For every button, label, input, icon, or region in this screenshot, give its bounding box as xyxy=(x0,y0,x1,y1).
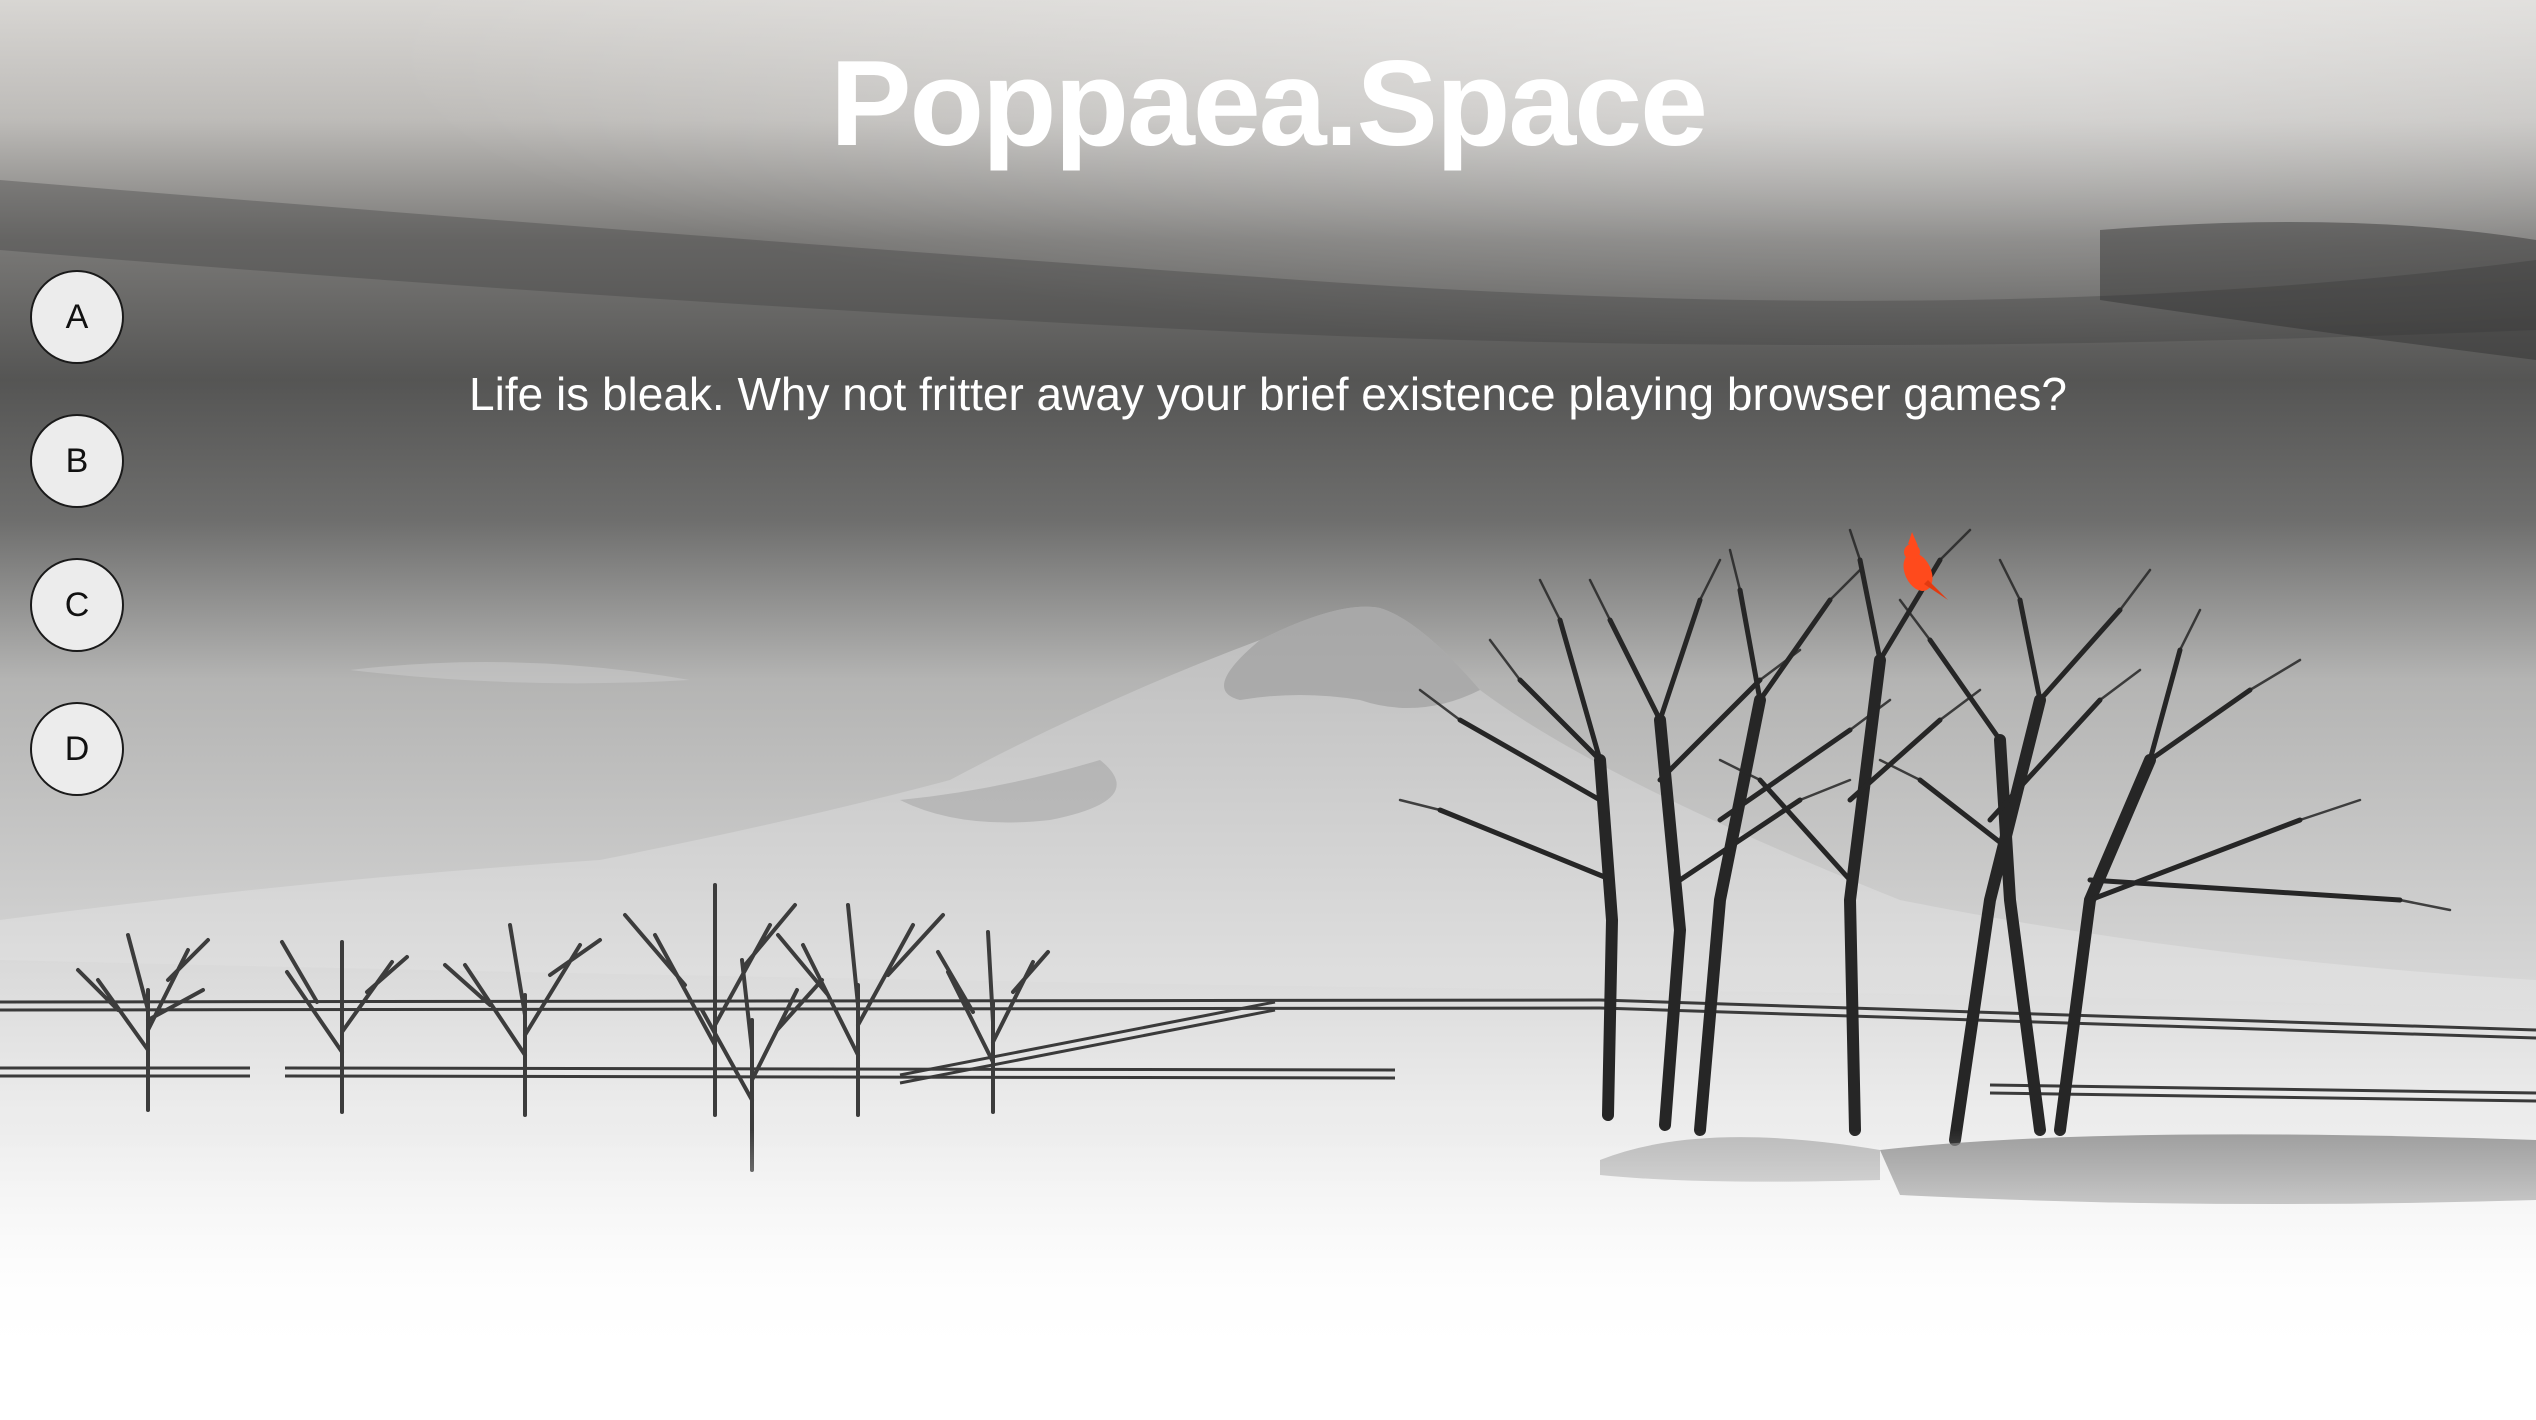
site-tagline: Life is bleak. Why not fritter away your… xyxy=(469,368,2067,420)
nav-button-b[interactable]: B xyxy=(30,414,124,508)
side-nav: A B C D xyxy=(30,270,130,846)
nav-button-a[interactable]: A xyxy=(30,270,124,364)
page: Poppaea.Space Life is bleak. Why not fri… xyxy=(0,0,2536,1420)
site-title: Poppaea.Space xyxy=(830,35,1708,171)
bottom-fade xyxy=(0,1130,2536,1350)
nav-button-d[interactable]: D xyxy=(30,702,124,796)
nav-button-c[interactable]: C xyxy=(30,558,124,652)
